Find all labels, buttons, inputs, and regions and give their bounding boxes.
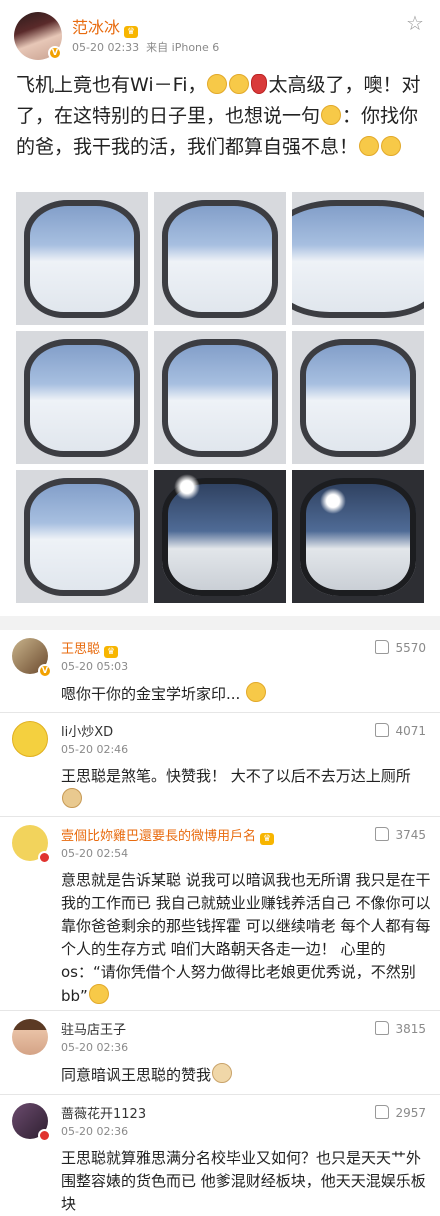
commenter-name-text[interactable]: 王思聪 — [61, 642, 100, 657]
post-text-part: 飞机上竟也有Wi－Fi， — [16, 74, 207, 96]
comment-text: 嗯你干你的金宝学圻家印... — [61, 682, 431, 706]
photo-thumbnail[interactable] — [292, 331, 424, 464]
comment-time: 05-20 05:03 — [61, 660, 129, 673]
comment-item: 蔷薇花开1123 05-20 02:36 2957 王思聪就算雅思满分名校毕业又… — [0, 1094, 440, 1216]
like-count: 4071 — [395, 724, 426, 738]
verified-badge-icon: V — [38, 664, 52, 678]
comment-time: 05-20 02:46 — [61, 743, 129, 756]
emoji-icon — [207, 74, 228, 94]
author-name[interactable]: 范冰冰 ♛ — [72, 14, 139, 38]
commenter-name[interactable]: 蔷薇花开1123 — [61, 1103, 146, 1122]
commenter-avatar[interactable] — [12, 1019, 48, 1055]
thumb-up-icon — [375, 827, 390, 841]
emoji-icon — [359, 136, 380, 156]
commenter-name[interactable]: 王思聪 ♛ — [61, 638, 119, 658]
comment-time: 05-20 02:36 — [61, 1041, 129, 1054]
commenter-name-text[interactable]: 壹個比妳雞巴還要長的微博用戶名 — [61, 829, 256, 844]
rose-icon — [251, 74, 268, 94]
member-badge-icon — [38, 1129, 51, 1142]
thumb-up-icon — [375, 640, 390, 654]
thumb-up-icon — [375, 1105, 390, 1119]
photo-thumbnail[interactable] — [16, 192, 148, 325]
thumb-up-icon — [375, 1021, 390, 1035]
comment-text-body: 嗯你干你的金宝学圻家印... — [61, 685, 241, 703]
comment-text: 同意暗讽王思聪的赞我 — [61, 1063, 431, 1087]
like-count: 3745 — [395, 828, 426, 842]
smile-emoji-icon — [246, 682, 267, 702]
commenter-name[interactable]: li小炒XD — [61, 721, 113, 740]
comment-text: 意思就是告诉某聪 说我可以暗讽我也无所谓 我只是在干我的工作而已 我自己就兢业业… — [61, 869, 431, 1008]
like-button[interactable]: 3815 — [375, 1021, 426, 1036]
author-name-text[interactable]: 范冰冰 — [72, 18, 120, 37]
post-text: 飞机上竟也有Wi－Fi， 太高级了，噢！对了，在这特别的日子里，也想说一句 ：你找你… — [16, 70, 426, 163]
comment-item: li小炒XD 05-20 02:46 4071 王思聪是煞笔。快赞我！ 大不了以… — [0, 712, 440, 816]
like-count: 5570 — [395, 641, 426, 655]
comment-text: 王思聪是煞笔。快赞我！ 大不了以后不去万达上厕所 — [61, 765, 431, 812]
comment-list: V 王思聪 ♛ 05-20 05:03 5570 嗯你干你的金宝学圻家印... l… — [0, 630, 440, 1216]
laugh-cry-emoji-icon — [88, 984, 109, 1004]
like-count: 3815 — [395, 1022, 426, 1036]
comment-text-body: 王思聪是煞笔。快赞我！ 大不了以后不去万达上厕所 — [61, 767, 411, 785]
like-button[interactable]: 3745 — [375, 827, 426, 842]
commenter-name[interactable]: 驻马店王子 — [61, 1019, 126, 1038]
commenter-avatar[interactable] — [12, 721, 48, 757]
like-button[interactable]: 4071 — [375, 723, 426, 738]
crown-icon: ♛ — [124, 26, 139, 38]
member-badge-icon — [38, 851, 51, 864]
comment-text: 王思聪就算雅思满分名校毕业又如何？也只是天天艹外围整容婊的货色而已 他爹混财经板… — [61, 1149, 426, 1213]
photo-thumbnail[interactable] — [154, 192, 286, 325]
emoji-icon — [229, 74, 250, 94]
smile-emoji-icon — [321, 105, 342, 125]
photo-grid — [16, 192, 424, 608]
verified-badge-icon: V — [48, 46, 62, 60]
photo-thumbnail[interactable] — [16, 331, 148, 464]
crown-icon: ♛ — [260, 833, 275, 845]
commenter-name[interactable]: 壹個比妳雞巴還要長的微博用戶名 ♛ — [61, 825, 275, 845]
photo-thumbnail[interactable] — [154, 331, 286, 464]
weibo-post-card: V 范冰冰 ♛ 05-20 02:33 来自 iPhone 6 ☆ 飞机上竟也有W… — [0, 0, 440, 616]
like-count: 2957 — [395, 1106, 426, 1120]
like-button[interactable]: 2957 — [375, 1105, 426, 1120]
photo-thumbnail[interactable] — [154, 470, 286, 603]
photo-thumbnail[interactable] — [292, 470, 424, 603]
post-time: 05-20 02:33 — [72, 41, 140, 54]
doge-emoji-icon — [62, 788, 82, 808]
comment-time: 05-20 02:36 — [61, 1125, 129, 1138]
post-meta: 05-20 02:33 来自 iPhone 6 — [72, 39, 219, 55]
thumb-up-icon — [375, 723, 390, 737]
photo-thumbnail[interactable] — [16, 470, 148, 603]
comment-item: V 王思聪 ♛ 05-20 05:03 5570 嗯你干你的金宝学圻家印... — [0, 630, 440, 712]
star-icon[interactable]: ☆ — [404, 12, 426, 34]
comment-item: 驻马店王子 05-20 02:36 3815 同意暗讽王思聪的赞我 — [0, 1010, 440, 1094]
comment-text-body: 同意暗讽王思聪的赞我 — [61, 1066, 212, 1084]
post-source: 来自 iPhone 6 — [146, 41, 220, 54]
photo-thumbnail[interactable] — [292, 192, 424, 325]
crown-icon: ♛ — [104, 646, 119, 658]
like-button[interactable]: 5570 — [375, 640, 426, 655]
comment-time: 05-20 02:54 — [61, 847, 129, 860]
comment-item: 壹個比妳雞巴還要長的微博用戶名 ♛ 05-20 02:54 3745 意思就是告诉… — [0, 816, 440, 1010]
cat-emoji-icon — [212, 1063, 233, 1083]
comment-text-body: 意思就是告诉某聪 说我可以暗讽我也无所谓 我只是在干我的工作而已 我自己就兢业业… — [61, 871, 431, 1005]
emoji-icon — [381, 136, 402, 156]
